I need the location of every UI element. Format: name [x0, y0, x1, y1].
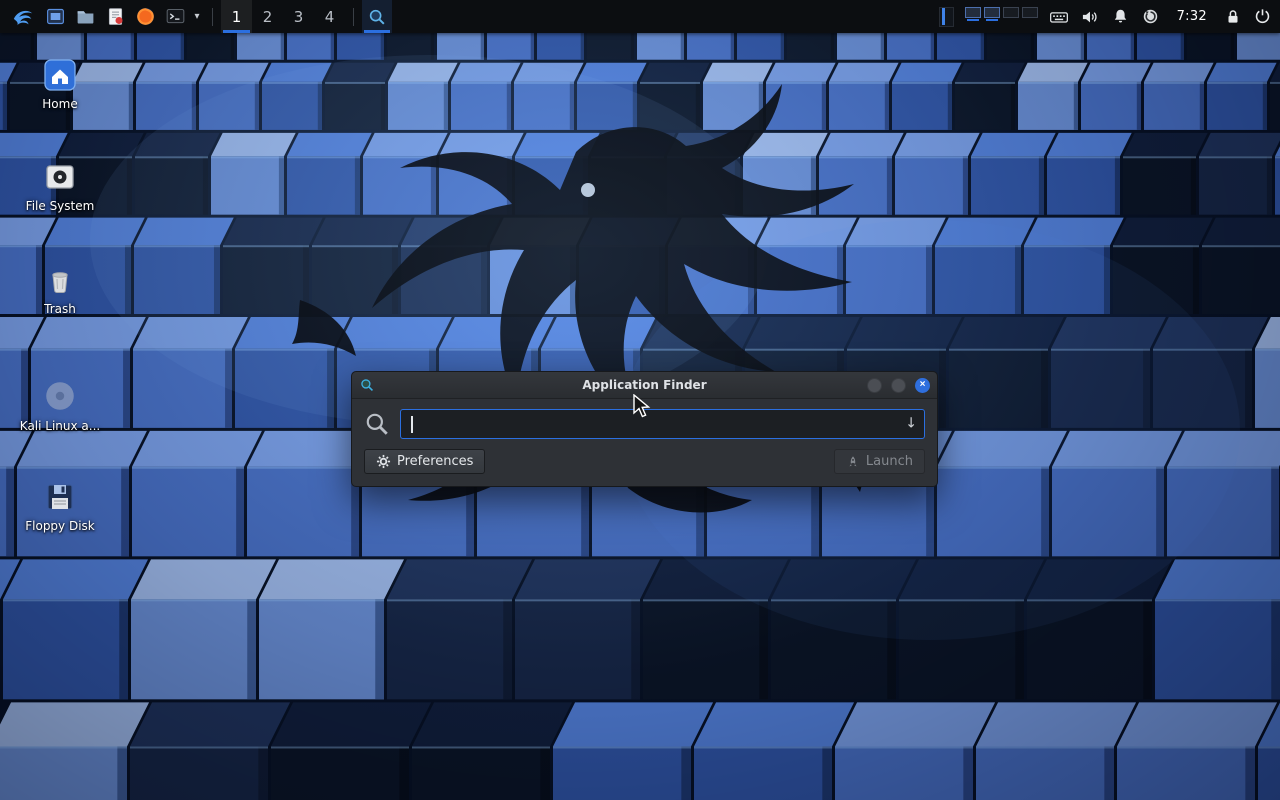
pager-workspace-2[interactable] [984, 7, 1000, 18]
workspace-label: 1 [232, 8, 242, 26]
desktop-icon-floppy-disk[interactable]: Floppy Disk [8, 480, 112, 533]
workspace-button-2[interactable]: 2 [252, 0, 283, 33]
pager-workspace-1[interactable] [965, 7, 981, 18]
panel-status-area: 7:32 [939, 0, 1274, 33]
preferences-button[interactable]: Preferences [364, 449, 485, 474]
clock[interactable]: 7:32 [1171, 9, 1213, 24]
panel-separator [212, 8, 213, 26]
window-titlebar[interactable]: Application Finder × [352, 372, 937, 399]
desktop-icon-label: Home [42, 97, 77, 111]
top-panel: ▾ 1 2 3 4 7:32 [0, 0, 1280, 33]
desktop-icon-file-system[interactable]: File System [8, 160, 112, 213]
desktop-icon-label: Trash [44, 302, 76, 316]
notifications-icon[interactable] [1111, 0, 1130, 33]
workspace-label: 4 [325, 8, 335, 26]
workspace-button-1[interactable]: 1 [221, 0, 252, 33]
cpu-graph-icon[interactable] [939, 7, 954, 27]
close-button[interactable]: × [915, 378, 930, 393]
maximize-button[interactable] [891, 378, 906, 393]
panel-separator [353, 8, 354, 26]
desktop-icon-trash[interactable]: Trash [8, 263, 112, 316]
home-folder-icon [43, 58, 77, 92]
keyboard-icon[interactable] [1049, 0, 1069, 33]
workspace-button-3[interactable]: 3 [283, 0, 314, 33]
trash-icon [43, 263, 77, 297]
desktop-icon-home[interactable]: Home [8, 58, 112, 111]
pager-workspace-4[interactable] [1022, 7, 1038, 18]
pager-workspace-3[interactable] [1003, 7, 1019, 18]
text-caret [411, 416, 413, 433]
kali-installer-icon [42, 378, 78, 414]
desktop-icon-label: Floppy Disk [25, 519, 95, 533]
volume-icon[interactable] [1080, 0, 1100, 33]
dropdown-arrow-icon[interactable]: ↓ [905, 416, 917, 432]
preferences-label: Preferences [397, 454, 473, 469]
desktop-icon-label: Kali Linux a... [20, 419, 100, 433]
application-finder-icon [359, 377, 375, 393]
search-entry[interactable]: ↓ [400, 409, 925, 439]
file-manager-icon[interactable] [40, 0, 70, 33]
kali-menu-icon[interactable] [6, 0, 40, 33]
workspace-button-4[interactable]: 4 [314, 0, 345, 33]
filesystem-drive-icon [43, 160, 77, 194]
search-icon [364, 411, 390, 437]
launch-label: Launch [866, 454, 913, 469]
minimize-button[interactable] [867, 378, 882, 393]
terminal-icon[interactable] [160, 0, 190, 33]
search-icon [367, 7, 387, 27]
floppy-disk-icon [43, 480, 77, 514]
gear-icon [376, 454, 391, 469]
text-editor-icon[interactable] [100, 0, 130, 33]
updates-icon[interactable] [1141, 0, 1160, 33]
launch-button[interactable]: Launch [834, 449, 925, 474]
desktop-icon-label: File System [26, 199, 95, 213]
firefox-icon[interactable] [130, 0, 160, 33]
workspace-label: 2 [263, 8, 273, 26]
logout-icon[interactable] [1253, 0, 1272, 33]
workspace-pager[interactable] [965, 0, 1038, 33]
application-finder-window: Application Finder × ↓ Preferences Launc… [351, 371, 938, 487]
folder-icon[interactable] [70, 0, 100, 33]
application-search-input[interactable] [410, 417, 900, 432]
screenlock-icon[interactable] [1224, 0, 1242, 33]
launch-rocket-icon [846, 455, 860, 469]
desktop-icon-kali-installer[interactable]: Kali Linux a... [8, 378, 112, 433]
window-title: Application Finder [352, 378, 937, 392]
taskbar-application-finder[interactable] [362, 0, 392, 33]
workspace-label: 3 [294, 8, 304, 26]
terminal-dropdown-chevron[interactable]: ▾ [190, 0, 204, 33]
window-content: ↓ Preferences Launch [352, 399, 937, 486]
